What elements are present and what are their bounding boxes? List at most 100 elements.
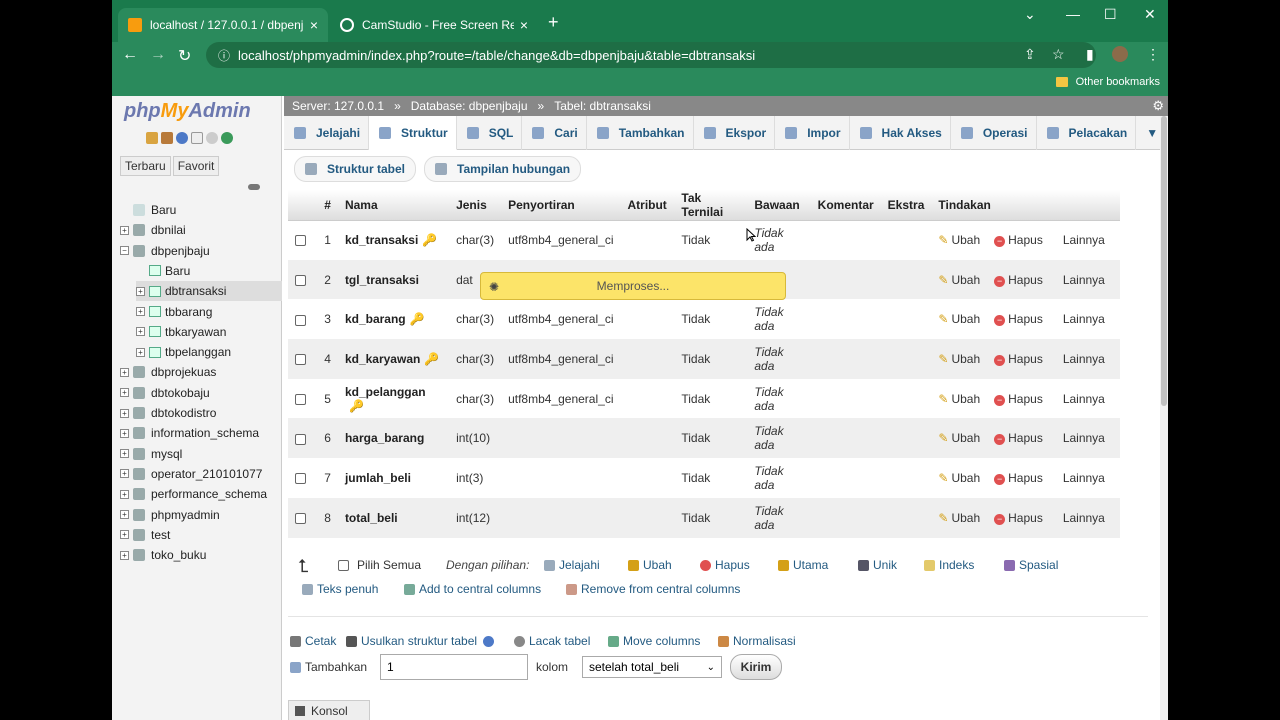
check-all-checkbox[interactable] bbox=[338, 559, 349, 571]
edit-column-button[interactable]: ✎ Ubah bbox=[938, 471, 980, 485]
drop-column-button[interactable]: − Hapus bbox=[994, 392, 1043, 406]
table-row[interactable]: 3 kd_barang 🔑 char(3) utf8mb4_general_ci Tida… bbox=[288, 299, 1120, 340]
expand-icon[interactable]: + bbox=[120, 510, 129, 519]
table-row[interactable]: 5 kd_pelanggan🔑 char(3) utf8mb4_general_ci T… bbox=[288, 378, 1120, 419]
tree-item-phpmyadmin[interactable]: + phpmyadmin bbox=[120, 505, 282, 525]
row-checkbox[interactable] bbox=[295, 354, 306, 366]
more-actions-link[interactable]: Lainnya bbox=[1063, 273, 1105, 287]
edit-column-button[interactable]: ✎ Ubah bbox=[938, 352, 980, 366]
expand-icon[interactable]: + bbox=[136, 327, 145, 337]
profile-avatar[interactable] bbox=[1112, 46, 1128, 62]
table-row[interactable]: 7 jumlah_beli int(3) Tidak Tidak ada ✎ Ubah − Ha… bbox=[288, 458, 1120, 498]
close-window-icon[interactable]: ✕ bbox=[1144, 6, 1156, 23]
help-icon[interactable] bbox=[483, 635, 495, 647]
expand-icon[interactable]: + bbox=[120, 550, 129, 560]
collapse-all-icon[interactable] bbox=[248, 184, 260, 190]
edit-column-button[interactable]: ✎ Ubah bbox=[938, 431, 980, 445]
tab-privileges[interactable]: Hak Akses bbox=[850, 116, 951, 150]
row-checkbox[interactable] bbox=[295, 473, 306, 485]
chevron-down-icon[interactable]: ⌄ bbox=[1024, 6, 1036, 23]
sidepanel-icon[interactable]: ▮ bbox=[1086, 46, 1094, 63]
edit-column-button[interactable]: ✎ Ubah bbox=[938, 312, 980, 326]
more-actions-link[interactable]: Lainnya bbox=[1063, 471, 1105, 485]
submit-button[interactable]: Kirim bbox=[730, 654, 782, 680]
settings-icon[interactable]: ⚙ bbox=[1152, 98, 1164, 114]
tab-tracking[interactable]: Pelacakan bbox=[1037, 116, 1137, 150]
more-actions-link[interactable]: Lainnya bbox=[1063, 233, 1105, 247]
drop-column-button[interactable]: − Hapus bbox=[994, 431, 1043, 446]
tree-item-tbbarang[interactable]: + tbbarang bbox=[136, 302, 282, 322]
expand-icon[interactable]: + bbox=[120, 489, 129, 499]
row-checkbox-cell[interactable] bbox=[288, 339, 318, 379]
collapse-icon[interactable]: − bbox=[120, 246, 129, 256]
bulk-add-central-button[interactable]: Add to central columns bbox=[404, 582, 541, 596]
row-checkbox-cell[interactable] bbox=[288, 458, 318, 498]
table-row[interactable]: 6 harga_barang int(10) Tidak Tidak ada ✎ Ubah −… bbox=[288, 418, 1120, 459]
column-count-input[interactable] bbox=[380, 654, 528, 680]
drop-column-button[interactable]: − Hapus bbox=[994, 273, 1043, 287]
propose-structure-button[interactable]: Usulkan struktur tabel bbox=[346, 634, 498, 648]
drop-column-button[interactable]: − Hapus bbox=[994, 511, 1043, 525]
back-icon[interactable]: ← bbox=[122, 46, 138, 64]
info-icon[interactable]: ⓘ bbox=[218, 47, 230, 64]
tree-item-tbpelanggan[interactable]: + tbpelanggan bbox=[136, 342, 282, 362]
expand-icon[interactable]: + bbox=[120, 530, 129, 540]
header-col[interactable]: Atribut bbox=[620, 190, 675, 221]
share-icon[interactable]: ⇪ bbox=[1024, 46, 1036, 63]
row-checkbox[interactable] bbox=[295, 393, 306, 405]
expand-icon[interactable]: + bbox=[120, 469, 129, 479]
print-button[interactable]: Cetak bbox=[290, 634, 336, 648]
browser-tab-phpmyadmin[interactable]: localhost / 127.0.0.1 / dbpenjbaju × bbox=[118, 8, 328, 42]
row-checkbox-cell[interactable] bbox=[288, 259, 318, 300]
tree-item-dbtokodistro[interactable]: + dbtokodistro bbox=[120, 403, 282, 423]
tree-item-dbnilai[interactable]: + dbnilai bbox=[120, 220, 282, 240]
expand-icon[interactable]: + bbox=[120, 449, 129, 459]
expand-icon[interactable]: + bbox=[120, 367, 129, 377]
bulk-drop-button[interactable]: Hapus bbox=[700, 558, 750, 572]
table-row[interactable]: 8 total_beli int(12) Tidak Tidak ada ✎ Ubah − Ha… bbox=[288, 497, 1120, 538]
header-col[interactable]: Bawaan bbox=[747, 190, 811, 221]
tab-sql[interactable]: SQL bbox=[457, 116, 523, 150]
expand-icon[interactable]: + bbox=[136, 307, 145, 316]
expand-icon[interactable]: + bbox=[120, 428, 129, 438]
column-position-select[interactable]: setelah total_beli ⌄ bbox=[582, 656, 722, 678]
tree-item-mysql[interactable]: + mysql bbox=[120, 444, 282, 464]
logout-icon[interactable] bbox=[161, 132, 173, 144]
new-tab-icon[interactable]: + bbox=[548, 12, 559, 33]
tab-search[interactable]: Cari bbox=[522, 116, 587, 150]
tab-recent[interactable]: Terbaru bbox=[120, 156, 171, 176]
table-row[interactable]: 1 kd_transaksi 🔑 char(3) utf8mb4_general_ci T… bbox=[288, 220, 1120, 260]
bulk-index-button[interactable]: Indeks bbox=[924, 558, 974, 572]
drop-column-button[interactable]: − Hapus bbox=[994, 312, 1043, 327]
bulk-spatial-button[interactable]: Spasial bbox=[1004, 558, 1058, 572]
move-columns-button[interactable]: Move columns bbox=[608, 634, 700, 648]
header-col[interactable]: Komentar bbox=[810, 190, 881, 221]
bulk-change-button[interactable]: Ubah bbox=[628, 558, 672, 572]
row-checkbox-cell[interactable] bbox=[288, 418, 318, 459]
row-checkbox[interactable] bbox=[295, 274, 306, 286]
maximize-icon[interactable]: ☐ bbox=[1104, 6, 1117, 23]
bulk-fulltext-button[interactable]: Teks penuh bbox=[302, 582, 378, 596]
drop-column-button[interactable]: − Hapus bbox=[994, 352, 1043, 366]
header-col[interactable]: Ekstra bbox=[880, 190, 932, 221]
docs-icon[interactable] bbox=[191, 132, 203, 144]
tree-item-performance-schema[interactable]: + performance_schema bbox=[120, 484, 282, 504]
tree-item-operator-210101077[interactable]: + operator_210101077 bbox=[120, 464, 282, 484]
close-tab-icon[interactable]: × bbox=[520, 17, 528, 33]
row-checkbox-cell[interactable] bbox=[288, 220, 318, 260]
header-col[interactable]: Penyortiran bbox=[501, 190, 621, 221]
tree-item-baru[interactable]: Baru bbox=[136, 261, 282, 281]
tree-item-tbkaryawan[interactable]: + tbkaryawan bbox=[136, 322, 282, 342]
edit-column-button[interactable]: ✎ Ubah bbox=[938, 511, 980, 525]
tab-favorites[interactable]: Favorit bbox=[172, 156, 220, 176]
console-toggle[interactable]: Konsol bbox=[288, 700, 370, 720]
address-bar[interactable]: ⓘ localhost/phpmyadmin/index.php?route=/… bbox=[206, 42, 1096, 68]
drop-column-button[interactable]: − Hapus bbox=[994, 471, 1043, 485]
tree-item-dbtokobaju[interactable]: + dbtokobaju bbox=[120, 383, 282, 403]
tab-operations[interactable]: Operasi bbox=[951, 116, 1037, 150]
row-checkbox[interactable] bbox=[295, 512, 306, 524]
bulk-browse-button[interactable]: Jelajahi bbox=[544, 558, 600, 572]
tab-structure[interactable]: Struktur bbox=[369, 116, 457, 150]
tree-item-dbpenjbaju[interactable]: − dbpenjbaju bbox=[120, 241, 282, 261]
help-icon[interactable] bbox=[176, 132, 188, 144]
